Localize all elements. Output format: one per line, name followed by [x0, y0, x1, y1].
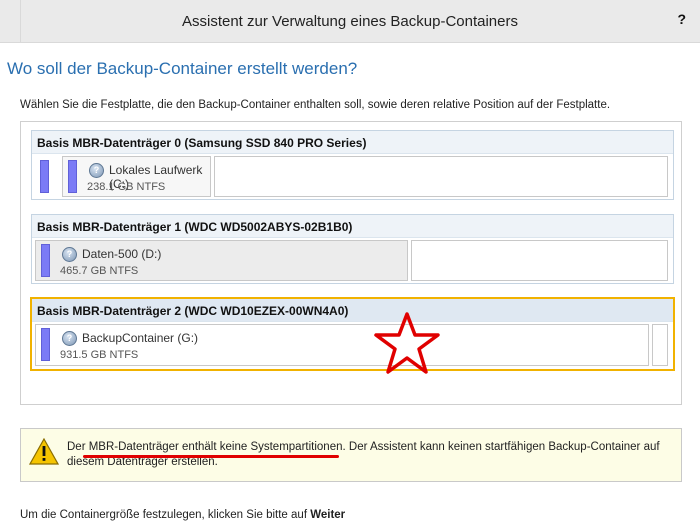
disk-header: Basis MBR-Datenträger 1 (WDC WD5002ABYS-… [32, 215, 673, 238]
partition-d[interactable]: ? Daten-500 (D:) 465.7 GB NTFS [35, 240, 408, 281]
disk-item-0[interactable]: Basis MBR-Datenträger 0 (Samsung SSD 840… [31, 130, 674, 200]
instruction-text: Wählen Sie die Festplatte, die den Backu… [20, 99, 611, 111]
partition-bar [68, 160, 77, 193]
partition-size: 931.5 GB NTFS [60, 349, 139, 361]
warning-box: Der MBR-Datenträger enthält keine System… [20, 428, 682, 482]
drive-icon: ? [62, 247, 77, 262]
page-heading: Wo soll der Backup-Container erstellt we… [7, 59, 358, 78]
red-underline-annotation [83, 455, 339, 458]
disk-item-2-selected[interactable]: Basis MBR-Datenträger 2 (WDC WD10EZEX-00… [30, 297, 675, 371]
disk-header: Basis MBR-Datenträger 2 (WDC WD10EZEX-00… [32, 299, 673, 322]
warning-triangle-icon [29, 438, 59, 465]
disk-title: Basis MBR-Datenträger 0 (Samsung SSD 840… [37, 136, 367, 150]
footer-instruction: Um die Containergröße festzulegen, klick… [20, 509, 345, 521]
footer-next-label: Weiter [310, 509, 346, 521]
drive-icon: ? [89, 163, 104, 178]
disk-title: Basis MBR-Datenträger 1 (WDC WD5002ABYS-… [37, 220, 353, 234]
disk-title: Basis MBR-Datenträger 2 (WDC WD10EZEX-00… [37, 304, 349, 318]
partition-size: 238.1 GB NTFS [87, 181, 166, 193]
partition-name: BackupContainer (G:) [82, 331, 199, 345]
title-bar: Assistent zur Verwaltung eines Backup-Co… [0, 0, 700, 43]
partition-size: 465.7 GB NTFS [60, 265, 139, 277]
partition-bar [41, 328, 50, 361]
free-space-segment [411, 240, 668, 281]
partition-name: Daten-500 (D:) [82, 247, 162, 261]
help-button[interactable]: ? [677, 11, 686, 27]
disk-list: Basis MBR-Datenträger 0 (Samsung SSD 840… [20, 121, 682, 405]
partition-g[interactable]: ? BackupContainer (G:) 931.5 GB NTFS [35, 324, 649, 366]
red-star-annotation [374, 312, 440, 374]
partition-bar [41, 244, 50, 277]
partition-c[interactable]: ? Lokales Laufwerk (C:) 238.1 GB NTFS [62, 156, 211, 197]
window-title: Assistent zur Verwaltung eines Backup-Co… [181, 13, 518, 30]
disk-header: Basis MBR-Datenträger 0 (Samsung SSD 840… [32, 131, 673, 154]
warning-underlined-text: Der MBR-Datenträger enthält keine System… [67, 441, 343, 453]
footer-text: Um die Containergröße festzulegen, klick… [20, 509, 311, 521]
free-space-segment [652, 324, 668, 366]
drive-icon: ? [62, 331, 77, 346]
free-space-segment [214, 156, 668, 197]
unallocated-segment [40, 160, 49, 193]
disk-item-1[interactable]: Basis MBR-Datenträger 1 (WDC WD5002ABYS-… [31, 214, 674, 284]
